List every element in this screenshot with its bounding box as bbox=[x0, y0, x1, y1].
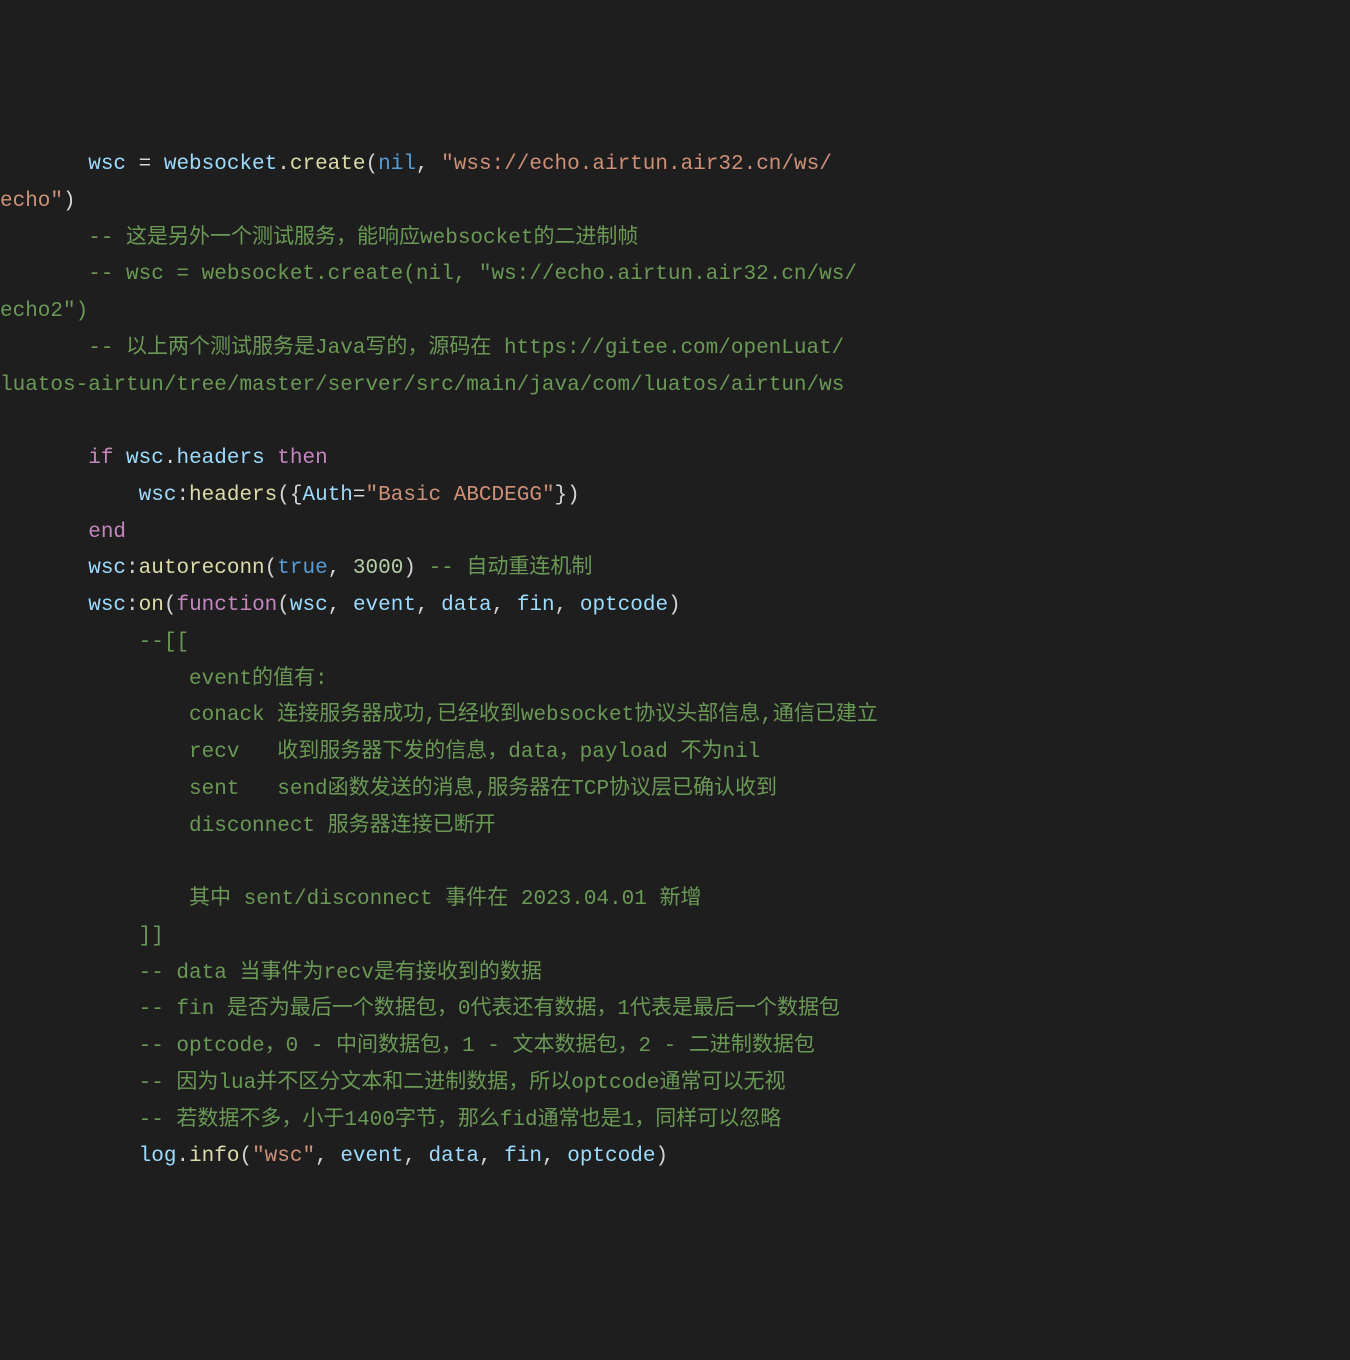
code-token: fin bbox=[504, 1145, 542, 1168]
code-token: nil bbox=[378, 153, 416, 176]
code-token: conack 连接服务器成功,已经收到websocket协议头部信息,通信已建立 bbox=[0, 704, 878, 727]
code-token: , bbox=[416, 594, 441, 617]
code-token bbox=[0, 447, 88, 470]
code-token: function bbox=[176, 594, 277, 617]
code-token: info bbox=[189, 1145, 239, 1168]
code-token: --[[ bbox=[0, 631, 189, 654]
code-token: ) bbox=[63, 190, 76, 213]
code-token: data bbox=[429, 1145, 479, 1168]
code-token: optcode bbox=[567, 1145, 655, 1168]
code-token: , bbox=[416, 153, 441, 176]
code-token: , bbox=[555, 594, 580, 617]
code-token: , bbox=[542, 1145, 567, 1168]
code-token: if bbox=[88, 447, 113, 470]
code-token bbox=[0, 521, 88, 544]
code-token: wsc bbox=[0, 153, 139, 176]
code-token: ( bbox=[277, 594, 290, 617]
code-token bbox=[113, 447, 126, 470]
code-token: event的值有: bbox=[0, 668, 328, 691]
code-token: = bbox=[353, 484, 366, 507]
code-token: , bbox=[328, 557, 353, 580]
code-token: ({ bbox=[277, 484, 302, 507]
code-token: disconnect 服务器连接已断开 bbox=[0, 815, 496, 838]
code-block: wsc = websocket.create(nil, "wss://echo.… bbox=[0, 147, 1350, 1176]
code-token: -- data 当事件为recv是有接收到的数据 bbox=[0, 962, 542, 985]
code-token: autoreconn bbox=[139, 557, 265, 580]
code-token: "Basic ABCDEGG" bbox=[366, 484, 555, 507]
code-token: -- 自动重连机制 bbox=[429, 557, 593, 580]
code-token: -- 若数据不多，小于1400字节，那么fid通常也是1，同样可以忽略 bbox=[0, 1109, 781, 1132]
code-token: event bbox=[340, 1145, 403, 1168]
code-token: recv 收到服务器下发的信息，data，payload 不为nil bbox=[0, 741, 760, 764]
code-token: , bbox=[315, 1145, 340, 1168]
code-token: }) bbox=[555, 484, 580, 507]
code-token: optcode bbox=[580, 594, 668, 617]
code-token: wsc bbox=[126, 447, 164, 470]
code-token: then bbox=[277, 447, 327, 470]
code-token: ]] bbox=[0, 925, 164, 948]
code-token: ( bbox=[366, 153, 379, 176]
code-token bbox=[265, 447, 278, 470]
code-token: true bbox=[277, 557, 327, 580]
code-token: log bbox=[139, 1145, 177, 1168]
code-token: wsc bbox=[139, 484, 177, 507]
code-token: . bbox=[176, 1145, 189, 1168]
code-token: websocket bbox=[164, 153, 277, 176]
code-token: , bbox=[328, 594, 353, 617]
code-token: data bbox=[441, 594, 491, 617]
code-token: . bbox=[277, 153, 290, 176]
code-token: end bbox=[88, 521, 126, 544]
code-token: -- 因为lua并不区分文本和二进制数据，所以optcode通常可以无视 bbox=[0, 1072, 785, 1095]
code-token: -- wsc = websocket.create(nil, "ws://ech… bbox=[0, 263, 857, 323]
code-token: create bbox=[290, 153, 366, 176]
code-token: -- 以上两个测试服务是Java写的，源码在 https://gitee.com… bbox=[0, 337, 844, 397]
code-token: headers bbox=[189, 484, 277, 507]
code-token: headers bbox=[176, 447, 264, 470]
code-token: , bbox=[403, 1145, 428, 1168]
code-token: -- optcode，0 - 中间数据包，1 - 文本数据包，2 - 二进制数据… bbox=[0, 1035, 815, 1058]
code-token bbox=[0, 594, 88, 617]
code-token: -- fin 是否为最后一个数据包，0代表还有数据，1代表是最后一个数据包 bbox=[0, 998, 840, 1021]
code-token: on bbox=[139, 594, 164, 617]
code-token: ( bbox=[265, 557, 278, 580]
code-token: wsc bbox=[290, 594, 328, 617]
code-token: 3000 bbox=[353, 557, 403, 580]
code-token: . bbox=[164, 447, 177, 470]
code-token: wsc bbox=[88, 594, 126, 617]
code-token: : bbox=[126, 594, 139, 617]
code-token bbox=[0, 1145, 139, 1168]
code-token bbox=[0, 484, 139, 507]
code-token: event bbox=[353, 594, 416, 617]
code-token: sent send函数发送的消息,服务器在TCP协议层已确认收到 bbox=[0, 778, 777, 801]
code-token: wsc bbox=[88, 557, 126, 580]
code-token: fin bbox=[517, 594, 555, 617]
code-token bbox=[0, 557, 88, 580]
code-token: ( bbox=[164, 594, 177, 617]
code-token: 其中 sent/disconnect 事件在 2023.04.01 新增 bbox=[0, 888, 702, 911]
code-token: ) bbox=[668, 594, 681, 617]
code-token: = bbox=[139, 153, 164, 176]
code-token: ) bbox=[403, 557, 428, 580]
code-token: -- 这是另外一个测试服务，能响应websocket的二进制帧 bbox=[0, 227, 638, 250]
code-token: ( bbox=[239, 1145, 252, 1168]
code-token: ) bbox=[655, 1145, 668, 1168]
code-token: Auth bbox=[302, 484, 352, 507]
code-token: "wsc" bbox=[252, 1145, 315, 1168]
code-token: , bbox=[492, 594, 517, 617]
code-token: , bbox=[479, 1145, 504, 1168]
code-token: : bbox=[126, 557, 139, 580]
code-token: : bbox=[176, 484, 189, 507]
